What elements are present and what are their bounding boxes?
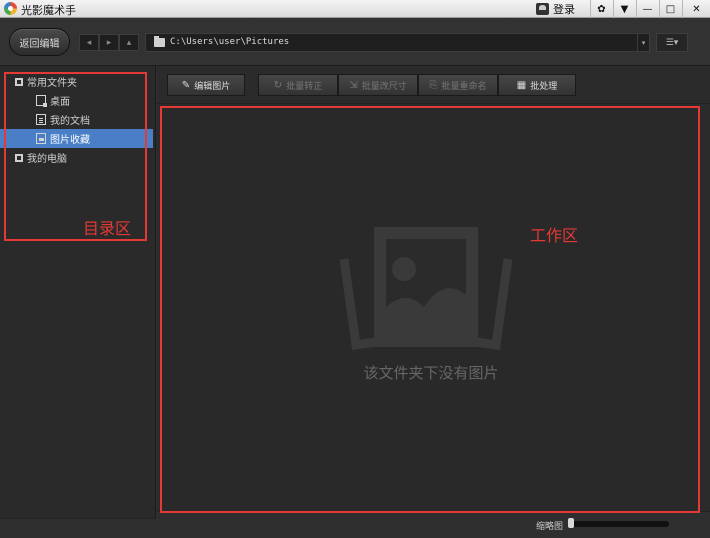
nav-buttons: ◂ ▸ ▴ [79,34,139,51]
path-dropdown-icon[interactable]: ▾ [637,34,649,51]
path-text: C:\Users\user\Pictures [170,37,290,47]
back-arrow-icon[interactable]: ◂ [79,34,99,51]
tree-item-label: 常用文件夹 [27,78,77,89]
batch-rotate-label: 批量转正 [286,81,323,92]
batch-resize-label: 批量改尺寸 [361,81,407,92]
login-button[interactable]: 登录 [536,1,575,17]
directory-panel: 常用文件夹 桌面 我的文档 图片收藏 我的电脑 [0,66,156,538]
picture-icon [36,133,46,144]
tree-item-computer[interactable]: 我的电脑 [0,148,153,167]
up-arrow-icon[interactable]: ▴ [119,34,139,51]
tree-item-label: 桌面 [50,97,70,108]
batch-rename-label: 批量重命名 [441,81,487,92]
expand-icon[interactable] [15,77,23,86]
login-label: 登录 [553,3,575,16]
work-panel: ✎ 编辑图片 ↻ 批量转正 ⇲ 批量改尺寸 ⎘ 批量重命名 ▦ 批处理 该文件夹… [157,66,710,538]
folder-icon [154,36,165,47]
batch-process-label: 批处理 [530,81,558,92]
tree-item-desktop[interactable]: 桌面 [0,91,153,110]
work-area-label: 工作区 [530,226,579,245]
thumbnail-label: 缩略图 [536,522,564,532]
edit-image-label: 编辑图片 [194,81,231,92]
app-window: 光影魔术手 登录 ✿ ▼ — □ ✕ 返回编辑 ◂ ▸ ▴ C:\Users\u… [0,0,710,538]
edit-image-button[interactable]: ✎ 编辑图片 [167,74,245,96]
tree-item-label: 我的电脑 [27,154,67,165]
tree-item-favorites[interactable]: 常用文件夹 [0,72,153,91]
minimize-button[interactable]: — [636,0,658,18]
directory-area-label: 目录区 [83,219,132,238]
tree-item-label: 图片收藏 [50,135,90,146]
maximize-button[interactable]: □ [659,0,681,18]
empty-folder-message: 该文件夹下没有图片 [363,364,499,382]
pencil-icon: ✎ [181,79,191,91]
app-title: 光影魔术手 [21,4,76,17]
left-panel-footer [0,518,156,538]
menu-button[interactable]: ▼ [613,0,635,18]
document-icon [36,114,46,125]
tree-item-pictures[interactable]: 图片收藏 [0,129,153,148]
resize-icon: ⇲ [349,79,358,91]
toolbar: 返回编辑 ◂ ▸ ▴ C:\Users\user\Pictures ▾ ☰▾ [0,18,710,66]
title-bar: 光影魔术手 登录 ✿ ▼ — □ ✕ [0,0,710,18]
batch-process-button[interactable]: ▦ 批处理 [498,74,576,96]
status-bar: 缩略图 [157,511,710,538]
tree-item-documents[interactable]: 我的文档 [0,110,153,129]
batch-icon: ▦ [516,79,527,91]
view-mode-button[interactable]: ☰▾ [656,33,688,52]
rotate-icon: ↻ [273,79,283,91]
batch-rotate-button[interactable]: ↻ 批量转正 [258,74,338,96]
app-logo-icon [4,2,17,15]
path-input[interactable]: C:\Users\user\Pictures ▾ [145,33,650,52]
back-to-edit-button[interactable]: 返回编辑 [9,28,70,56]
expand-icon[interactable] [15,153,23,162]
tree-item-label: 我的文档 [50,116,90,127]
user-icon [536,3,549,15]
thumbnail-slider-handle[interactable] [568,518,574,528]
empty-picture-icon [339,227,513,351]
forward-arrow-icon[interactable]: ▸ [99,34,119,51]
rename-icon: ⎘ [429,79,438,91]
folder-tree: 常用文件夹 桌面 我的文档 图片收藏 我的电脑 [0,72,153,167]
batch-resize-button[interactable]: ⇲ 批量改尺寸 [338,74,418,96]
close-button[interactable]: ✕ [682,0,710,18]
skin-button[interactable]: ✿ [590,0,612,18]
desktop-icon [36,95,47,107]
thumbnail-size-slider[interactable] [569,521,669,527]
action-bar: ✎ 编辑图片 ↻ 批量转正 ⇲ 批量改尺寸 ⎘ 批量重命名 ▦ 批处理 [157,66,710,104]
image-grid-area[interactable]: 该文件夹下没有图片 [161,107,701,511]
batch-rename-button[interactable]: ⎘ 批量重命名 [418,74,498,96]
